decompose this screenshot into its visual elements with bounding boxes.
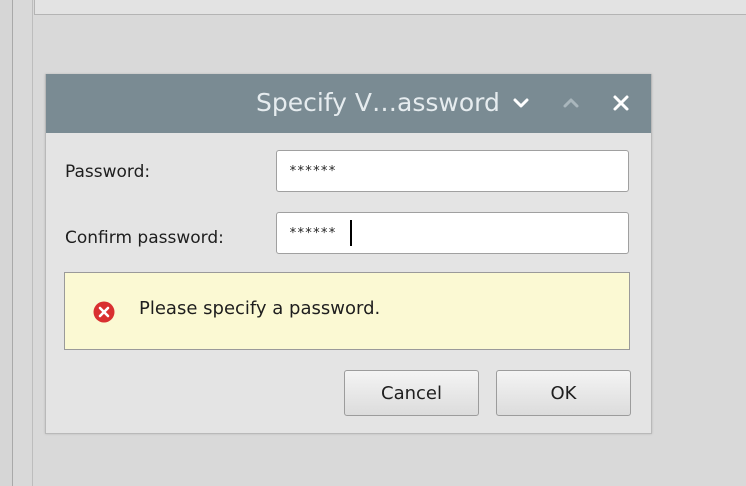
error-message-box: Please specify a password. — [64, 272, 630, 350]
password-label: Password: — [65, 162, 151, 182]
cancel-button[interactable]: Cancel — [344, 370, 479, 416]
error-icon — [93, 301, 115, 323]
error-text: Please specify a password. — [139, 298, 381, 319]
chevron-down-icon — [513, 98, 529, 108]
ok-button[interactable]: OK — [496, 370, 631, 416]
dialog-titlebar[interactable]: Specify V…assword — [46, 74, 651, 133]
minimize-button[interactable] — [508, 90, 534, 116]
maximize-button[interactable] — [558, 90, 584, 116]
confirm-password-field[interactable] — [276, 212, 629, 254]
close-icon — [613, 95, 629, 111]
text-cursor — [350, 220, 352, 246]
close-button[interactable] — [608, 90, 634, 116]
background-panel — [34, 0, 746, 15]
chevron-up-icon — [563, 98, 579, 108]
password-dialog: Specify V…assword Password: Confirm pass… — [45, 74, 652, 434]
confirm-password-label: Confirm password: — [65, 228, 224, 248]
background-divider — [32, 0, 33, 486]
dialog-title: Specify V…assword — [256, 88, 500, 117]
password-field[interactable] — [276, 150, 629, 192]
